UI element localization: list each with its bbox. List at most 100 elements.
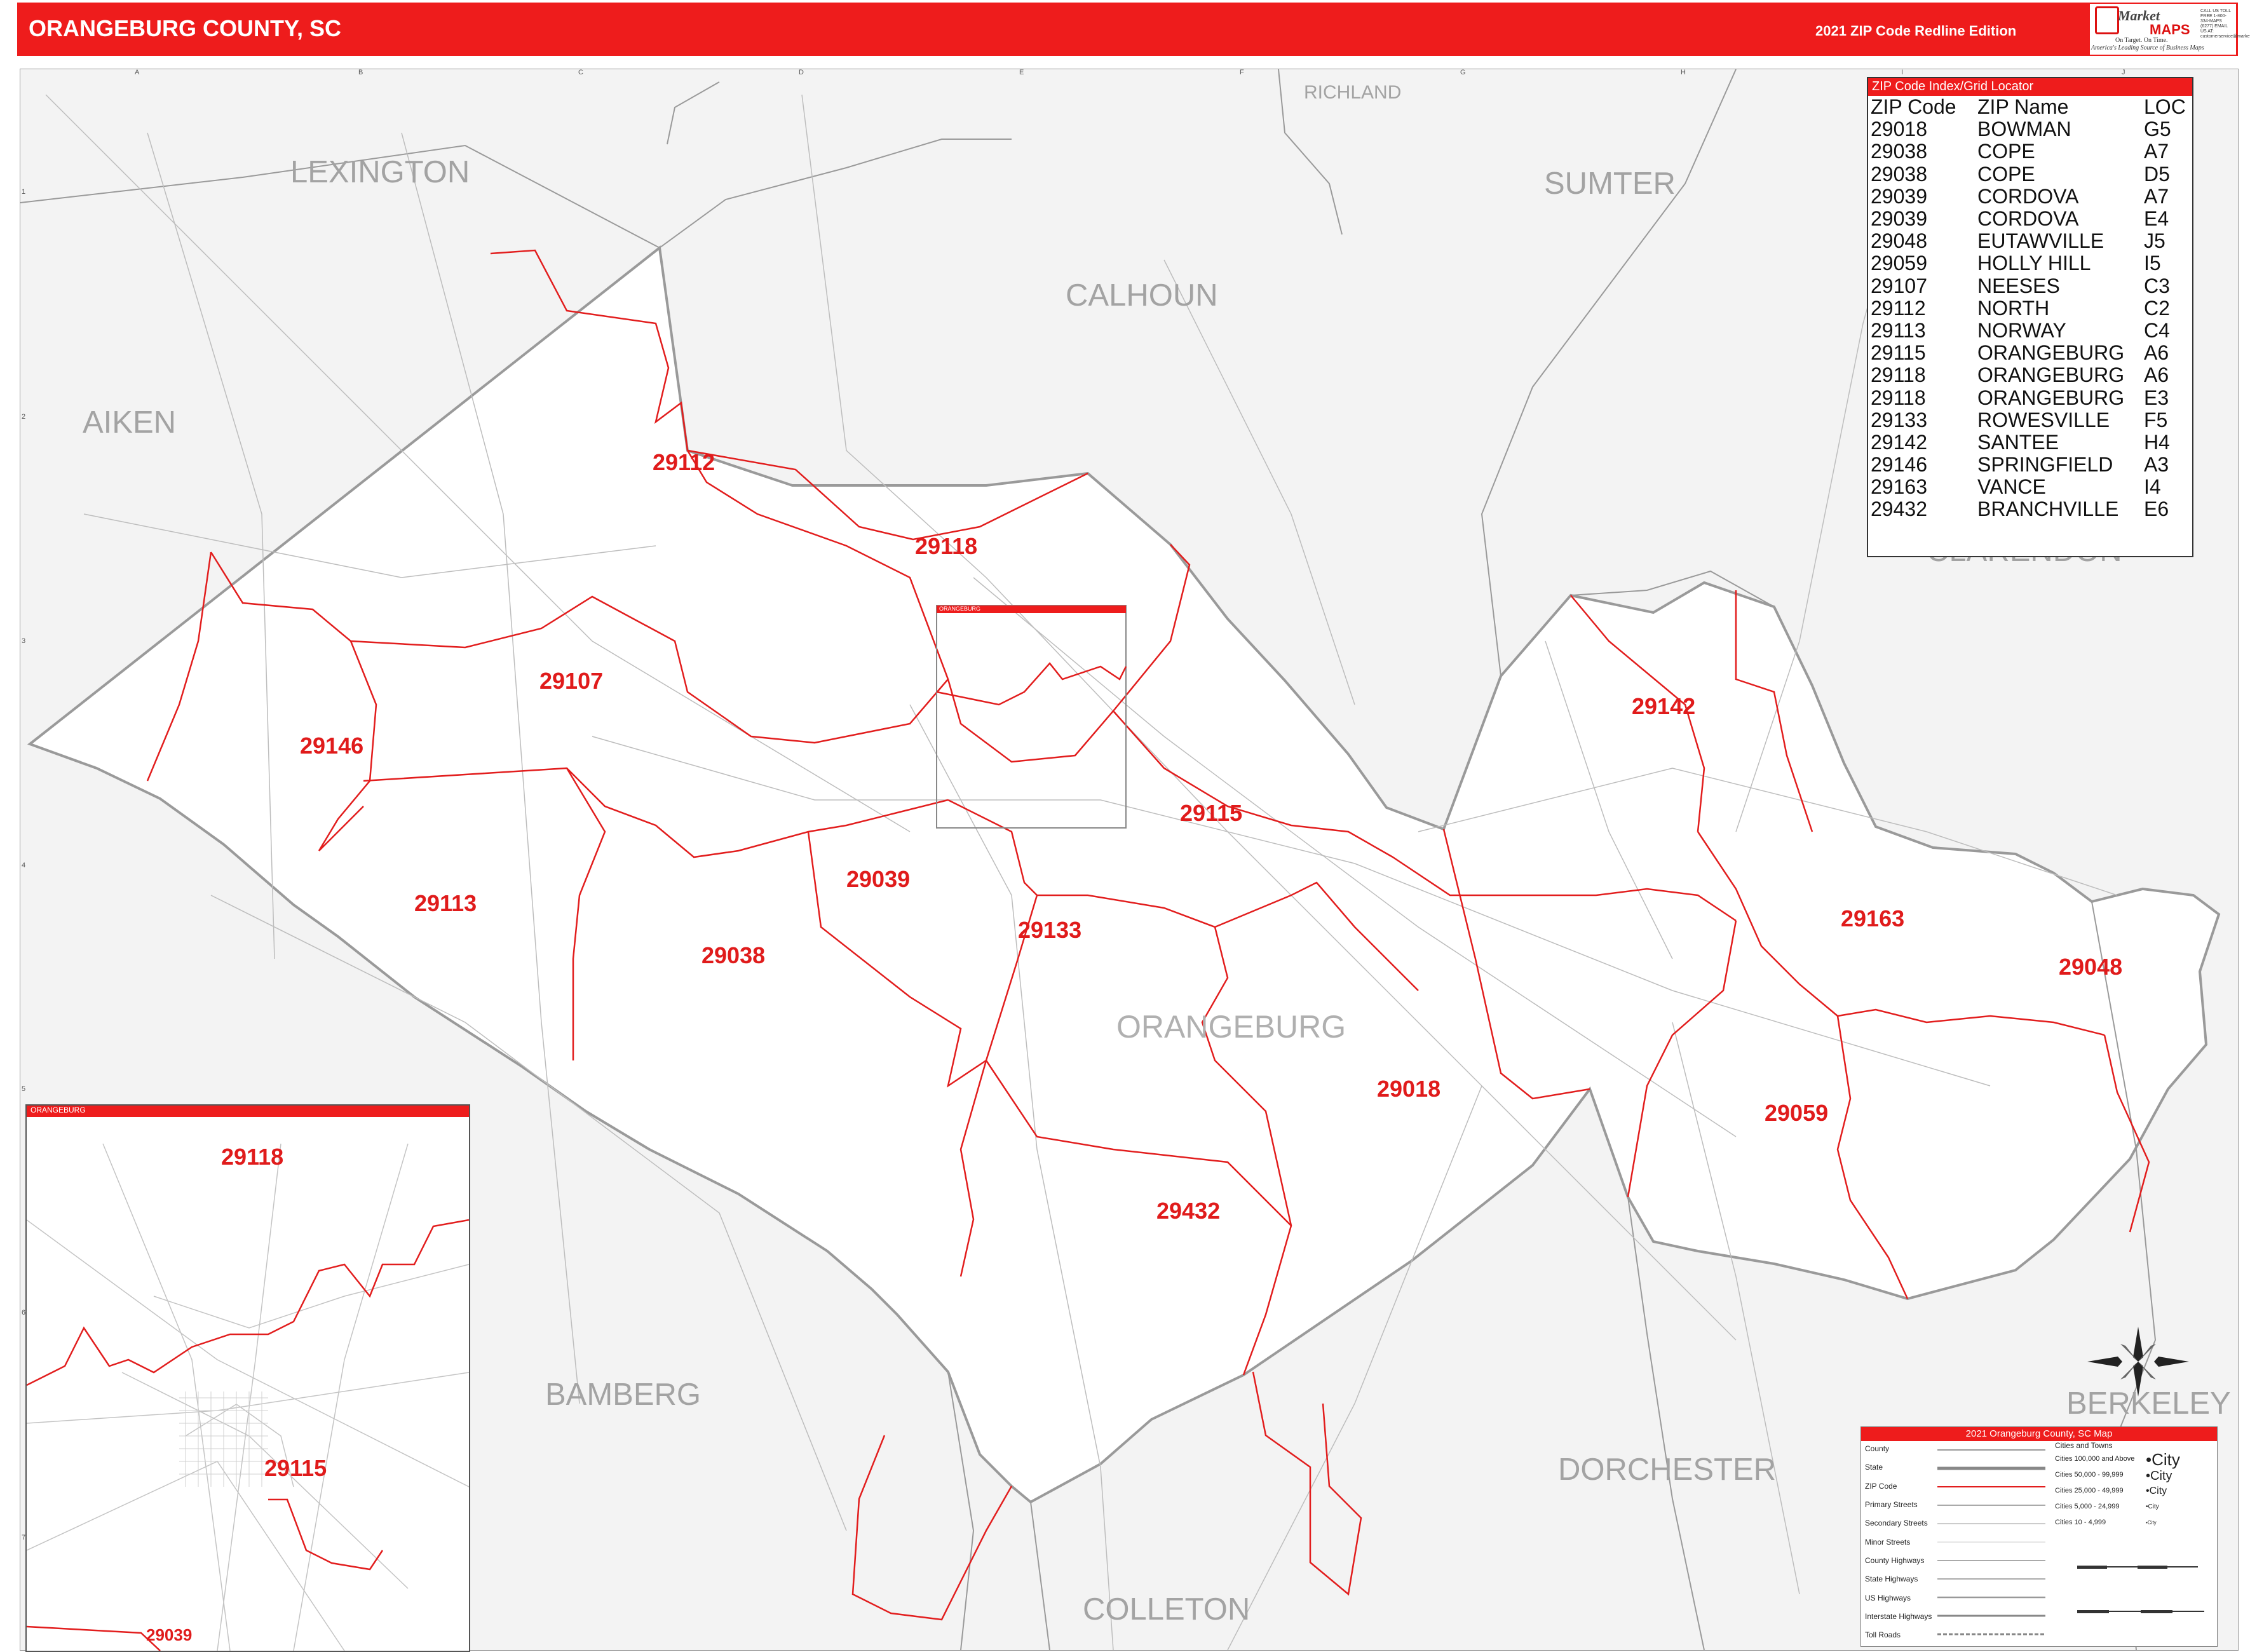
zip-cell: 29432 [1871,498,1927,521]
grid-letter-g: G [1460,69,1466,76]
name-cell: CORDOVA [1977,207,2079,231]
zip-cell: 29059 [1871,252,1927,275]
legend-zip: ZIP Code [1865,1482,1897,1491]
loc-cell: C4 [2144,318,2170,342]
loc-cell: J5 [2144,229,2165,253]
county-label-sumter: SUMTER [1544,166,1676,201]
loc-cell: A3 [2144,453,2169,477]
zip-index-row[interactable]: 29059 HOLLY HILL I5 [1868,252,2192,274]
zip-index-row[interactable]: 29113 NORWAY C4 [1868,318,2192,342]
zip-cell: 29118 [1871,363,1926,387]
compass-rose-icon [2087,1327,2189,1400]
logo-mark-icon [2095,6,2119,34]
locator-box-title: ORANGEBURG [939,606,981,612]
grid-letter-c: C [578,69,583,76]
zip-index-panel: ZIP Code Index/Grid Locator ZIP Code ZIP… [1867,77,2193,557]
legend-city-sample-1: •City [2146,1450,2180,1469]
loc-cell: A7 [2144,184,2169,208]
loc-cell: A7 [2144,140,2169,163]
name-cell: BOWMAN [1977,118,2071,141]
zip-index-row[interactable]: 29038 COPE A7 [1868,140,2192,163]
name-cell: ROWESVILLE [1977,408,2110,431]
loc-cell: E6 [2144,498,2169,521]
zip-index-row[interactable]: 29432 BRANCHVILLE E6 [1868,498,2192,520]
zip-label-29039: 29039 [846,866,911,892]
loc-cell: I4 [2144,475,2161,499]
zip-cell: 29163 [1871,475,1927,499]
zip-label-29048: 29048 [2059,954,2123,980]
zip-index-row[interactable]: 29018 BOWMAN G5 [1868,118,2192,140]
zip-index-row[interactable]: 29142 SANTEE H4 [1868,431,2192,454]
legend-state: State [1865,1463,1883,1472]
legend-city-3: Cities 25,000 - 49,999 [2055,1487,2124,1494]
name-cell: COPE [1977,140,2035,163]
zip-cell: 29146 [1871,453,1927,477]
legend-toll: Toll Roads [1865,1630,1901,1639]
legend-city-sample-4: •City [2146,1503,2159,1510]
zip-index-row[interactable]: 29163 VANCE I4 [1868,475,2192,499]
logo-tagline-2: America's Leading Source of Business Map… [2091,44,2204,51]
zip-cell: 29115 [1871,341,1926,365]
loc-cell: E4 [2144,207,2169,231]
header-bar: ORANGEBURG COUNTY, SC 2021 ZIP Code Redl… [17,3,2250,56]
zip-index-row[interactable]: 29039 CORDOVA E4 [1868,207,2192,231]
inset-svg [27,1143,469,1651]
zip-cell: 29048 [1871,229,1927,253]
zip-label-29107: 29107 [539,668,604,694]
name-cell: COPE [1977,162,2035,186]
zip-label-29059: 29059 [1765,1100,1829,1126]
map-edition: 2021 ZIP Code Redline Edition [1815,23,2017,39]
loc-cell: E3 [2144,386,2169,409]
loc-cell: A6 [2144,341,2169,365]
legend-city-sample-5: •City [2146,1520,2157,1526]
county-label-bamberg: BAMBERG [545,1378,701,1412]
zip-index-row[interactable]: 29118 ORANGEBURG E3 [1868,386,2192,409]
name-cell: BRANCHVILLE [1977,498,2119,521]
market-maps-logo[interactable]: Market MAPS On Target. On Time. America'… [2090,4,2250,55]
grid-letter-a: A [135,69,140,76]
zip-index-row[interactable]: 29112 NORTH C2 [1868,297,2192,320]
loc-cell: C2 [2144,296,2170,320]
grid-number-5: 5 [22,1085,26,1093]
legend-city-2: Cities 50,000 - 99,999 [2055,1471,2124,1479]
name-cell: ORANGEBURG [1977,363,2125,387]
zip-label-29115: 29115 [1180,800,1243,826]
map-legend: 2021 Orangeburg County, SC Map County St… [1860,1426,2218,1647]
inset-zip-29118: 29118 [221,1144,284,1170]
zip-cell: 29038 [1871,140,1927,163]
name-cell: HOLLY HILL [1977,252,2091,275]
loc-cell: D5 [2144,162,2170,186]
county-label-lexington: LEXINGTON [290,155,470,189]
zip-label-29432: 29432 [1156,1198,1221,1224]
orangeburg-inset-map[interactable]: ORANGEBURG 29118 29115 29039 [25,1104,470,1652]
legend-cities-title: Cities and Towns [2055,1441,2113,1450]
zip-index-row[interactable]: 29039 CORDOVA A7 [1868,184,2192,208]
legend-city-1: Cities 100,000 and Above [2055,1455,2135,1463]
name-cell: CORDOVA [1977,184,2079,208]
legend-interstate: Interstate Highways [1865,1612,1932,1621]
county-label-aiken: AIKEN [83,405,177,440]
zip-label-29038: 29038 [701,942,766,968]
name-cell: VANCE [1977,475,2046,499]
zip-label-29146: 29146 [300,733,364,759]
zip-index-row[interactable]: 29146 SPRINGFIELD A3 [1868,453,2192,477]
zip-cell: 29112 [1871,296,1926,320]
name-cell: SANTEE [1977,430,2059,454]
legend-city-sample-3: •City [2146,1486,2167,1496]
zip-index-row[interactable]: 29118 ORANGEBURG A6 [1868,363,2192,387]
zip-index-row[interactable]: 29115 ORANGEBURG A6 [1868,341,2192,365]
logo-name-bottom: MAPS [2150,22,2190,37]
zip-index-row[interactable]: 29133 ROWESVILLE F5 [1868,409,2192,431]
name-cell: ORANGEBURG [1977,386,2125,409]
county-label-calhoun: CALHOUN [1066,278,1218,313]
zip-index-row[interactable]: 29038 COPE D5 [1868,163,2192,186]
county-label-richland: RICHLAND [1304,82,1402,103]
name-cell: SPRINGFIELD [1977,453,2113,477]
zip-cell: 29133 [1871,408,1927,431]
zip-index-row[interactable]: 29048 EUTAWVILLE J5 [1868,229,2192,253]
zip-cell: 29039 [1871,207,1927,231]
grid-letter-d: D [799,69,804,76]
zip-index-row[interactable]: 29107 NEESES C3 [1868,274,2192,297]
compass-svg [2087,1327,2189,1397]
loc-cell: C3 [2144,274,2170,297]
